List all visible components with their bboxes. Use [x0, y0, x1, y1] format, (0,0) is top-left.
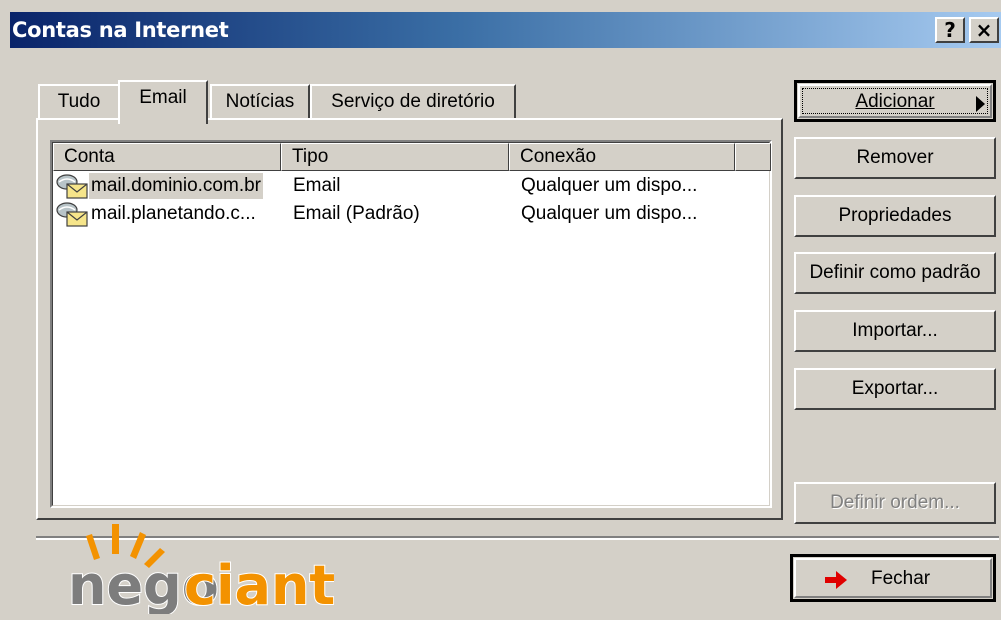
negocianti-logo: nego cianti: [67, 524, 334, 614]
column-header-conexao[interactable]: Conexão: [509, 143, 735, 171]
column-header-conta[interactable]: Conta: [53, 143, 281, 171]
mail-account-icon: [56, 174, 88, 199]
account-type: Email: [293, 175, 341, 196]
close-button[interactable]: Fechar: [790, 554, 996, 602]
close-window-button[interactable]: ×: [969, 17, 999, 43]
account-type: Email (Padrão): [293, 203, 420, 224]
add-button[interactable]: Adicionar: [794, 80, 996, 122]
tab-servico-de-diretorio[interactable]: Serviço de diretório: [310, 84, 516, 120]
set-order-button: Definir ordem...: [794, 482, 996, 524]
account-name: mail.planetando.c...: [91, 203, 256, 224]
list-header: Conta Tipo Conexão: [53, 143, 771, 171]
account-connection: Qualquer um dispo...: [521, 175, 698, 196]
tab-tudo[interactable]: Tudo: [38, 84, 120, 120]
account-connection: Qualquer um dispo...: [521, 203, 698, 224]
account-name: mail.dominio.com.br: [89, 173, 263, 199]
title-bar[interactable]: Contas na Internet ? ×: [10, 12, 1001, 48]
tab-noticias[interactable]: Notícias: [210, 84, 310, 120]
column-header-filler: [735, 143, 771, 171]
logo-text-cianti: cianti: [184, 554, 334, 614]
tab-email[interactable]: Email: [118, 80, 208, 124]
column-header-tipo[interactable]: Tipo: [281, 143, 509, 171]
remove-button[interactable]: Remover: [794, 137, 996, 179]
red-arrow-icon: [825, 571, 847, 589]
internet-accounts-dialog: Contas na Internet ? × Tudo Email Notíci…: [0, 0, 1001, 620]
export-button[interactable]: Exportar...: [794, 368, 996, 410]
mail-account-icon: [56, 202, 88, 227]
submenu-arrow-icon: [976, 96, 985, 112]
list-item[interactable]: mail.planetando.c... Email (Padrão) Qual…: [53, 201, 769, 227]
set-default-button[interactable]: Definir como padrão: [794, 252, 996, 294]
help-button[interactable]: ?: [935, 17, 965, 43]
list-item[interactable]: mail.dominio.com.br Email Qualquer um di…: [53, 173, 769, 199]
accounts-list[interactable]: Conta Tipo Conexão mail.dominio.com.br E…: [50, 140, 772, 508]
import-button[interactable]: Importar...: [794, 310, 996, 352]
window-title: Contas na Internet: [12, 18, 229, 42]
tab-panel: Conta Tipo Conexão mail.dominio.com.br E…: [36, 118, 783, 520]
properties-button[interactable]: Propriedades: [794, 195, 996, 237]
